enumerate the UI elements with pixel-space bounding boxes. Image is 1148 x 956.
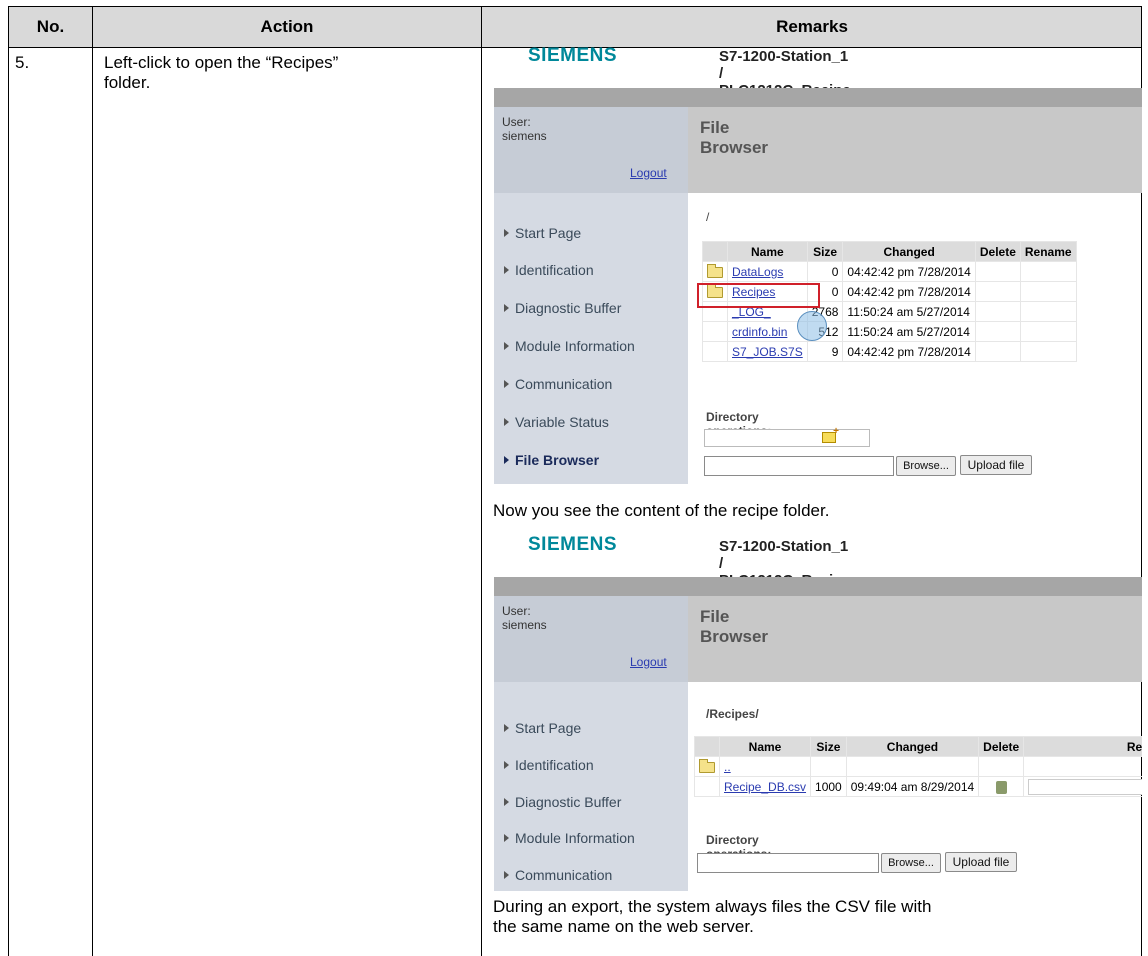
table-row: crdinfo.bin 512 11:50:24 am 5/27/2014 xyxy=(702,321,1077,342)
file-link[interactable]: crdinfo.bin xyxy=(732,325,787,339)
nav-module-information[interactable]: Module Information xyxy=(504,338,635,354)
nav-identification[interactable]: Identification xyxy=(504,757,594,773)
col-size: Size xyxy=(810,736,847,757)
nav-identification[interactable]: Identification xyxy=(504,262,594,278)
table-header-row: No. Action Remarks xyxy=(9,7,1141,48)
header-remarks: Remarks xyxy=(776,17,848,36)
upload-file-button[interactable]: Upload file xyxy=(945,852,1017,872)
header-action: Action xyxy=(260,17,314,36)
header-no: No. xyxy=(36,17,65,36)
upload-path-input[interactable] xyxy=(704,456,894,476)
footer-text-line1: During an export, the system always file… xyxy=(493,897,932,916)
nav-file-browser[interactable]: File Browser xyxy=(504,452,599,468)
col-name: Name xyxy=(727,241,808,262)
file-link[interactable]: Recipe_DB.csv xyxy=(724,780,806,794)
nav-diagnostic-buffer[interactable]: Diagnostic Buffer xyxy=(504,300,621,316)
folder-icon xyxy=(699,758,715,773)
column-divider xyxy=(481,7,482,956)
nav-diagnostic-buffer[interactable]: Diagnostic Buffer xyxy=(504,794,621,810)
col-changed: Changed xyxy=(845,736,980,757)
col-rename: Rena xyxy=(1023,736,1142,757)
nav-communication[interactable]: Communication xyxy=(504,867,612,883)
sidebar xyxy=(494,682,688,891)
upload-file-button[interactable]: Upload file xyxy=(960,455,1032,475)
nav-module-information[interactable]: Module Information xyxy=(504,830,635,846)
nav-start-page[interactable]: Start Page xyxy=(504,225,581,241)
current-path: /Recipes/ xyxy=(706,707,759,721)
arrow-right-icon xyxy=(504,871,509,879)
mouse-cursor-icon xyxy=(797,311,827,341)
arrow-right-icon xyxy=(504,724,509,732)
browse-button[interactable]: Browse... xyxy=(881,853,941,873)
upload-path-input[interactable] xyxy=(697,853,879,873)
arrow-right-icon xyxy=(504,266,509,274)
file-changed: 04:42:42 pm 7/28/2014 xyxy=(842,341,976,362)
arrow-right-icon xyxy=(504,834,509,842)
logout-link[interactable]: Logout xyxy=(630,166,667,180)
action-text-line2: folder. xyxy=(104,73,151,92)
page-title: File Browser xyxy=(700,607,769,646)
siemens-logo: SIEMENS xyxy=(528,534,618,555)
user-label: User: siemens xyxy=(502,604,547,632)
col-delete: Delete xyxy=(978,736,1025,757)
nav-variable-status[interactable]: Variable Status xyxy=(504,414,609,430)
col-changed: Changed xyxy=(842,241,976,262)
col-size: Size xyxy=(806,241,844,262)
file-changed: 11:50:24 am 5/27/2014 xyxy=(842,301,976,322)
file-changed: 09:49:04 am 8/29/2014 xyxy=(845,776,980,797)
file-size: 1000 xyxy=(810,776,847,797)
nav-communication[interactable]: Communication xyxy=(504,376,612,392)
arrow-right-icon xyxy=(504,304,509,312)
file-table: Name Size Changed Delete Rena .. Recipe_… xyxy=(694,736,1142,797)
parent-dir-link[interactable]: .. xyxy=(724,760,731,774)
table-row: Recipe_DB.csv 1000 09:49:04 am 8/29/2014 xyxy=(694,776,1142,797)
nav-start-page[interactable]: Start Page xyxy=(504,720,581,736)
table-row: S7_JOB.S7S 9 04:42:42 pm 7/28/2014 xyxy=(702,341,1077,362)
file-link[interactable]: S7_JOB.S7S xyxy=(732,345,803,359)
col-rename: Rename xyxy=(1019,241,1077,262)
trash-icon[interactable] xyxy=(995,780,1007,794)
folder-icon xyxy=(707,263,723,278)
current-path: / xyxy=(706,210,710,224)
file-changed: 04:42:42 pm 7/28/2014 xyxy=(842,281,976,302)
logout-link[interactable]: Logout xyxy=(630,655,667,669)
top-band xyxy=(494,577,1142,596)
file-table-header: Name Size Changed Delete Rename xyxy=(702,241,1077,262)
col-name: Name xyxy=(718,736,812,757)
top-band xyxy=(494,88,1142,107)
siemens-logo: SIEMENS xyxy=(528,45,618,66)
arrow-right-icon xyxy=(504,798,509,806)
new-folder-input[interactable] xyxy=(704,429,870,447)
page-title: File Browser xyxy=(700,118,769,157)
file-changed: 04:42:42 pm 7/28/2014 xyxy=(842,261,976,282)
table-row: .. xyxy=(694,756,1142,777)
file-table-clip: Name Size Changed Delete Rena .. Recipe_… xyxy=(694,726,1142,806)
file-changed: 11:50:24 am 5/27/2014 xyxy=(842,321,976,342)
file-size: 0 xyxy=(806,261,844,282)
step-number: 5. xyxy=(15,53,30,72)
footer-text-line2: the same name on the web server. xyxy=(493,917,754,936)
arrow-right-icon xyxy=(504,380,509,388)
file-size: 9 xyxy=(806,341,844,362)
col-delete: Delete xyxy=(974,241,1021,262)
arrow-right-icon xyxy=(504,418,509,426)
arrow-right-icon xyxy=(504,456,509,464)
column-divider xyxy=(92,7,93,956)
new-folder-icon[interactable] xyxy=(822,426,839,443)
recipes-highlight-box xyxy=(697,283,820,308)
arrow-right-icon xyxy=(504,761,509,769)
file-link[interactable]: DataLogs xyxy=(732,265,783,279)
arrow-right-icon xyxy=(504,342,509,350)
rename-input[interactable] xyxy=(1028,778,1142,795)
remark-text: Now you see the content of the recipe fo… xyxy=(493,501,830,520)
file-table-header: Name Size Changed Delete Rena xyxy=(694,736,1142,757)
user-label: User: siemens xyxy=(502,115,547,143)
action-text-line1: Left-click to open the “Recipes” xyxy=(104,53,339,72)
table-row: DataLogs 0 04:42:42 pm 7/28/2014 xyxy=(702,261,1077,282)
arrow-right-icon xyxy=(504,229,509,237)
browse-button[interactable]: Browse... xyxy=(896,456,956,476)
